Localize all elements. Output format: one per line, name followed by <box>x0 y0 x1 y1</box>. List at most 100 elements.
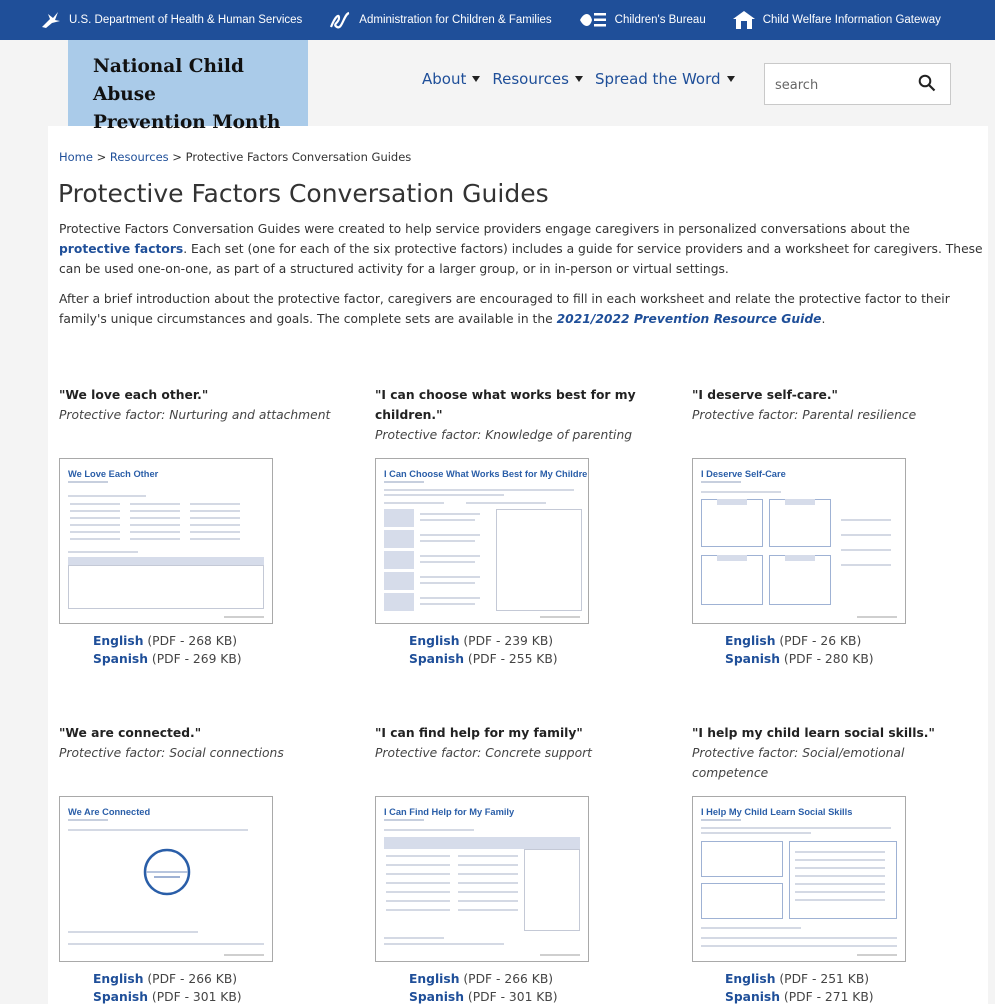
guide-links-6: English (PDF - 251 KB) Spanish (PDF - 27… <box>725 970 874 1004</box>
gateway-house-icon <box>732 11 755 29</box>
file-size: (PDF - 269 KB) <box>148 652 242 666</box>
file-size: (PDF - 268 KB) <box>143 634 238 648</box>
file-size: (PDF - 271 KB) <box>780 990 874 1004</box>
support-circle-graphic <box>143 848 191 896</box>
site-title-line2[interactable]: Prevention Month <box>93 109 308 137</box>
guide-factor: Protective factor: Knowledge of parentin… <box>375 428 633 442</box>
file-size: (PDF - 280 KB) <box>780 652 874 666</box>
thumbnail-title: We Are Connected <box>68 807 151 817</box>
guide-card-6: "I help my child learn social skills." P… <box>692 723 982 783</box>
nav-about-label[interactable]: About <box>422 70 466 88</box>
guide-thumbnail-4[interactable]: We Are Connected <box>59 796 273 962</box>
guide-card-2: "I can choose what works best for my chi… <box>375 385 665 445</box>
spanish-pdf-link[interactable]: Spanish <box>725 652 780 666</box>
page-title: Protective Factors Conversation Guides <box>58 179 549 208</box>
spanish-pdf-link[interactable]: Spanish <box>725 990 780 1004</box>
search-input[interactable] <box>775 74 915 96</box>
hhs-label[interactable]: U.S. Department of Health & Human Servic… <box>69 14 302 26</box>
english-pdf-link[interactable]: English <box>93 634 143 648</box>
page-margin-right <box>988 40 995 1004</box>
nav-spread-the-word[interactable]: Spread the Word <box>595 70 735 88</box>
file-size: (PDF - 239 KB) <box>459 634 554 648</box>
breadcrumb-current: Protective Factors Conversation Guides <box>185 150 412 164</box>
file-size: (PDF - 251 KB) <box>775 972 870 986</box>
spanish-pdf-link[interactable]: Spanish <box>409 652 464 666</box>
breadcrumb-separator: > <box>92 150 110 164</box>
guide-thumbnail-5[interactable]: I Can Find Help for My Family <box>375 796 589 962</box>
intro-text: Protective Factors Conversation Guides w… <box>59 219 984 339</box>
acf-link[interactable]: Administration for Children & Families <box>328 10 552 30</box>
thumbnail-title: I Can Choose What Works Best for My Chil… <box>384 469 589 479</box>
guide-links-3: English (PDF - 26 KB) Spanish (PDF - 280… <box>725 632 874 668</box>
intro-paragraph-2: After a brief introduction about the pro… <box>59 289 984 329</box>
nav-resources-label[interactable]: Resources <box>492 70 569 88</box>
nav-spread-label[interactable]: Spread the Word <box>595 70 721 88</box>
breadcrumb: Home > Resources > Protective Factors Co… <box>59 150 411 164</box>
guide-quote: "I can find help for my family" <box>375 726 583 740</box>
file-size: (PDF - 266 KB) <box>143 972 238 986</box>
thumbnail-title: I Can Find Help for My Family <box>384 807 515 817</box>
file-size: (PDF - 255 KB) <box>464 652 558 666</box>
site-logo[interactable]: National Child Abuse Prevention Month <box>68 40 308 133</box>
spanish-pdf-link[interactable]: Spanish <box>93 652 148 666</box>
guide-thumbnail-6[interactable]: I Help My Child Learn Social Skills <box>692 796 906 962</box>
file-size: (PDF - 301 KB) <box>148 990 242 1004</box>
prevention-resource-guide-link[interactable]: 2021/2022 Prevention Resource Guide <box>557 312 822 326</box>
caret-down-icon <box>574 76 583 82</box>
guide-thumbnail-3[interactable]: I Deserve Self-Care <box>692 458 906 624</box>
spanish-pdf-link[interactable]: Spanish <box>409 990 464 1004</box>
acf-label[interactable]: Administration for Children & Families <box>359 14 551 26</box>
intro1-text-a: Protective Factors Conversation Guides w… <box>59 222 910 236</box>
childrens-bureau-icon <box>579 13 606 27</box>
protective-factors-link[interactable]: protective factors <box>59 242 183 256</box>
childrens-bureau-link[interactable]: Children's Bureau <box>578 10 706 30</box>
caret-down-icon <box>726 76 735 82</box>
breadcrumb-separator: > <box>168 150 186 164</box>
acf-logo-icon <box>330 11 350 29</box>
federal-top-bar: U.S. Department of Health & Human Servic… <box>0 0 995 40</box>
thumbnail-title: I Deserve Self-Care <box>701 469 786 479</box>
file-size: (PDF - 301 KB) <box>464 990 558 1004</box>
guide-links-4: English (PDF - 266 KB) Spanish (PDF - 30… <box>93 970 242 1004</box>
page-margin-left <box>0 40 48 1004</box>
guide-quote: "I can choose what works best for my chi… <box>375 388 636 422</box>
guide-quote: "I help my child learn social skills." <box>692 726 935 740</box>
guide-card-5: "I can find help for my family" Protecti… <box>375 723 665 763</box>
site-title-line1[interactable]: National Child Abuse <box>93 53 308 109</box>
guide-quote: "I deserve self-care." <box>692 388 838 402</box>
guide-quote: "We love each other." <box>59 388 209 402</box>
file-size: (PDF - 266 KB) <box>459 972 554 986</box>
guide-links-2: English (PDF - 239 KB) Spanish (PDF - 25… <box>409 632 558 668</box>
hhs-link[interactable]: U.S. Department of Health & Human Servic… <box>40 10 302 30</box>
caret-down-icon <box>472 76 481 82</box>
spanish-pdf-link[interactable]: Spanish <box>93 990 148 1004</box>
guide-thumbnail-2[interactable]: I Can Choose What Works Best for My Chil… <box>375 458 589 624</box>
guide-quote: "We are connected." <box>59 726 202 740</box>
search-box <box>764 63 951 105</box>
english-pdf-link[interactable]: English <box>409 972 459 986</box>
english-pdf-link[interactable]: English <box>93 972 143 986</box>
thumbnail-title: I Help My Child Learn Social Skills <box>701 807 853 817</box>
nav-resources[interactable]: Resources <box>492 70 583 88</box>
guide-factor: Protective factor: Social connections <box>59 746 284 760</box>
nav-about[interactable]: About <box>422 70 481 88</box>
intro-paragraph-1: Protective Factors Conversation Guides w… <box>59 219 984 279</box>
childrens-bureau-label[interactable]: Children's Bureau <box>615 14 706 26</box>
gateway-label[interactable]: Child Welfare Information Gateway <box>763 14 941 26</box>
guide-links-5: English (PDF - 266 KB) Spanish (PDF - 30… <box>409 970 558 1004</box>
guide-factor: Protective factor: Parental resilience <box>692 408 917 422</box>
file-size: (PDF - 26 KB) <box>775 634 862 648</box>
english-pdf-link[interactable]: English <box>409 634 459 648</box>
guide-factor: Protective factor: Nurturing and attachm… <box>59 408 331 422</box>
intro1-text-b: . Each set (one for each of the six prot… <box>59 242 983 276</box>
english-pdf-link[interactable]: English <box>725 634 775 648</box>
english-pdf-link[interactable]: English <box>725 972 775 986</box>
guide-thumbnail-1[interactable]: We Love Each Other <box>59 458 273 624</box>
guide-card-4: "We are connected." Protective factor: S… <box>59 723 349 763</box>
breadcrumb-home[interactable]: Home <box>59 150 93 164</box>
guide-links-1: English (PDF - 268 KB) Spanish (PDF - 26… <box>93 632 242 668</box>
hhs-eagle-icon <box>42 12 60 28</box>
gateway-link[interactable]: Child Welfare Information Gateway <box>732 10 941 30</box>
search-icon[interactable] <box>918 74 936 92</box>
breadcrumb-resources[interactable]: Resources <box>110 150 169 164</box>
